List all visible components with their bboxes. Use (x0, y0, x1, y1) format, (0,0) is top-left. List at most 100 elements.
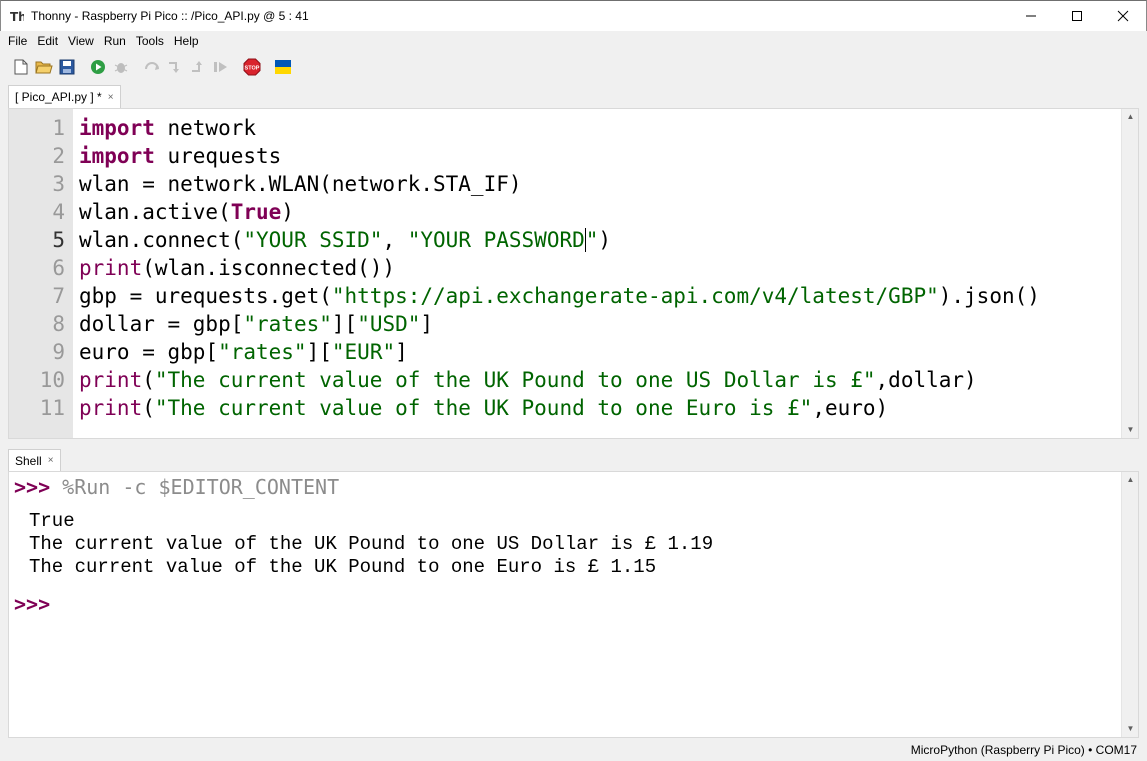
code-token: wlan.active( (79, 200, 231, 224)
new-file-button[interactable] (10, 56, 32, 78)
shell-prompt: >>> (14, 475, 51, 499)
code-line[interactable]: import network (79, 114, 1040, 142)
code-token: print (79, 368, 143, 392)
run-button[interactable] (87, 56, 109, 78)
save-icon (59, 59, 75, 75)
interpreter-status[interactable]: MicroPython (Raspberry Pi Pico) • COM17 (911, 743, 1137, 757)
shell-input-line[interactable]: >>> (14, 592, 50, 616)
line-number: 7 (52, 284, 65, 308)
code-token: print (79, 396, 143, 420)
open-file-button[interactable] (33, 56, 55, 78)
code-line[interactable]: print("The current value of the UK Pound… (79, 366, 1040, 394)
code-token: "https://api.exchangerate-api.com/v4/lat… (331, 284, 939, 308)
shell-command: %Run -c $EDITOR_CONTENT (50, 475, 340, 499)
line-number: 5 (52, 228, 65, 252)
save-button[interactable] (56, 56, 78, 78)
code-token: ( (142, 368, 155, 392)
menu-help[interactable]: Help (169, 31, 204, 51)
step-out-icon (192, 61, 202, 72)
code-token: print (79, 256, 143, 280)
code-editor[interactable]: 1 2 3 4 5 6 7 8 9 10 11 import network import urequ… (8, 108, 1139, 439)
menu-file[interactable]: File (3, 31, 32, 51)
line-number: 3 (52, 172, 65, 196)
maximize-button[interactable] (1054, 1, 1100, 31)
code-line[interactable]: euro = gbp["rates"]["EUR"] (79, 338, 1040, 366)
scroll-down-icon[interactable]: ▼ (1122, 722, 1138, 736)
shell-prompt: >>> (14, 592, 51, 616)
shell-tab-label: Shell (15, 453, 42, 468)
stop-icon: STOP (243, 58, 261, 76)
line-number: 8 (52, 312, 65, 336)
code-line[interactable]: wlan.connect("YOUR SSID", "YOUR PASSWORD… (79, 226, 1040, 254)
ukraine-flag-icon (275, 60, 291, 74)
code-token: "YOUR SSID" (243, 228, 383, 252)
code-token: ) (281, 200, 294, 224)
code-line[interactable]: gbp = urequests.get("https://api.exchang… (79, 282, 1040, 310)
step-into-button[interactable] (164, 56, 186, 78)
code-token: "rates" (243, 312, 332, 336)
editor-tab-pico-api[interactable]: [ Pico_API.py ] * × (8, 85, 121, 108)
stop-button[interactable]: STOP (241, 56, 263, 78)
menu-tools[interactable]: Tools (131, 31, 169, 51)
code-token: ,euro) (812, 396, 889, 420)
code-token: True (230, 200, 282, 224)
code-text[interactable]: import network import urequests wlan = net… (79, 114, 1040, 422)
resume-button[interactable] (210, 56, 232, 78)
code-token: ) (598, 228, 612, 252)
step-into-icon (169, 62, 179, 73)
window-title: Thonny - Raspberry Pi Pico :: /Pico_API.… (31, 9, 309, 23)
tab-shell[interactable]: Shell × (8, 449, 61, 471)
code-token: ] (420, 312, 434, 336)
shell-command-line: >>> %Run -c $EDITOR_CONTENT (14, 475, 339, 499)
code-token: "EUR" (331, 340, 396, 364)
line-number: 6 (52, 256, 65, 280)
debug-button[interactable] (110, 56, 132, 78)
close-icon[interactable]: × (108, 92, 114, 103)
line-number: 10 (39, 368, 65, 392)
code-line[interactable]: print(wlan.isconnected()) (79, 254, 1040, 282)
editor-tab-strip: [ Pico_API.py ] * × (0, 83, 1147, 108)
svg-text:Th: Th (10, 10, 24, 23)
code-token: "USD" (357, 312, 421, 336)
open-file-icon (35, 61, 53, 74)
editor-tab-label: [ Pico_API.py ] * (15, 90, 102, 104)
shell-output-line: The current value of the UK Pound to one… (29, 533, 714, 555)
line-number: 9 (52, 340, 65, 364)
shell-panel[interactable]: >>> %Run -c $EDITOR_CONTENT True The cur… (8, 471, 1139, 738)
scroll-down-icon[interactable]: ▼ (1122, 423, 1138, 437)
scroll-up-icon[interactable]: ▲ (1122, 110, 1138, 124)
code-token: ] (395, 340, 408, 364)
code-line[interactable]: dollar = gbp["rates"]["USD"] (79, 310, 1040, 338)
title-bar: Th Thonny - Raspberry Pi Pico :: /Pico_A… (0, 0, 1147, 31)
new-file-icon (14, 59, 28, 75)
code-line[interactable]: wlan.active(True) (79, 198, 1040, 226)
line-number: 4 (52, 200, 65, 224)
menu-run[interactable]: Run (99, 31, 131, 51)
close-icon[interactable]: × (48, 455, 54, 466)
step-over-button[interactable] (141, 56, 163, 78)
code-token: gbp = urequests.get( (79, 284, 332, 308)
step-out-button[interactable] (187, 56, 209, 78)
code-line[interactable]: print("The current value of the UK Pound… (79, 394, 1040, 422)
ukraine-flag-button[interactable] (272, 56, 294, 78)
svg-text:STOP: STOP (245, 66, 260, 72)
shell-tab-strip: Shell × (0, 447, 1147, 471)
menu-edit[interactable]: Edit (32, 31, 63, 51)
code-token: ).json() (938, 284, 1040, 308)
code-token: "The current value of the UK Pound to on… (154, 396, 813, 420)
scroll-up-icon[interactable]: ▲ (1122, 473, 1138, 487)
shell-output-line: True (29, 510, 75, 532)
close-button[interactable] (1100, 1, 1146, 31)
code-line[interactable]: import urequests (79, 142, 1040, 170)
code-token: import (79, 144, 155, 168)
shell-scrollbar[interactable]: ▲ ▼ (1121, 472, 1138, 737)
editor-scrollbar[interactable]: ▲ ▼ (1121, 109, 1138, 438)
line-number: 2 (52, 144, 65, 168)
code-line[interactable]: wlan = network.WLAN(network.STA_IF) (79, 170, 1040, 198)
code-token: "YOUR PASSWORD (407, 228, 585, 252)
shell-output-line: The current value of the UK Pound to one… (29, 556, 657, 578)
minimize-button[interactable] (1008, 1, 1054, 31)
resume-icon (214, 62, 227, 72)
code-token: ][ (306, 340, 332, 364)
menu-view[interactable]: View (63, 31, 99, 51)
